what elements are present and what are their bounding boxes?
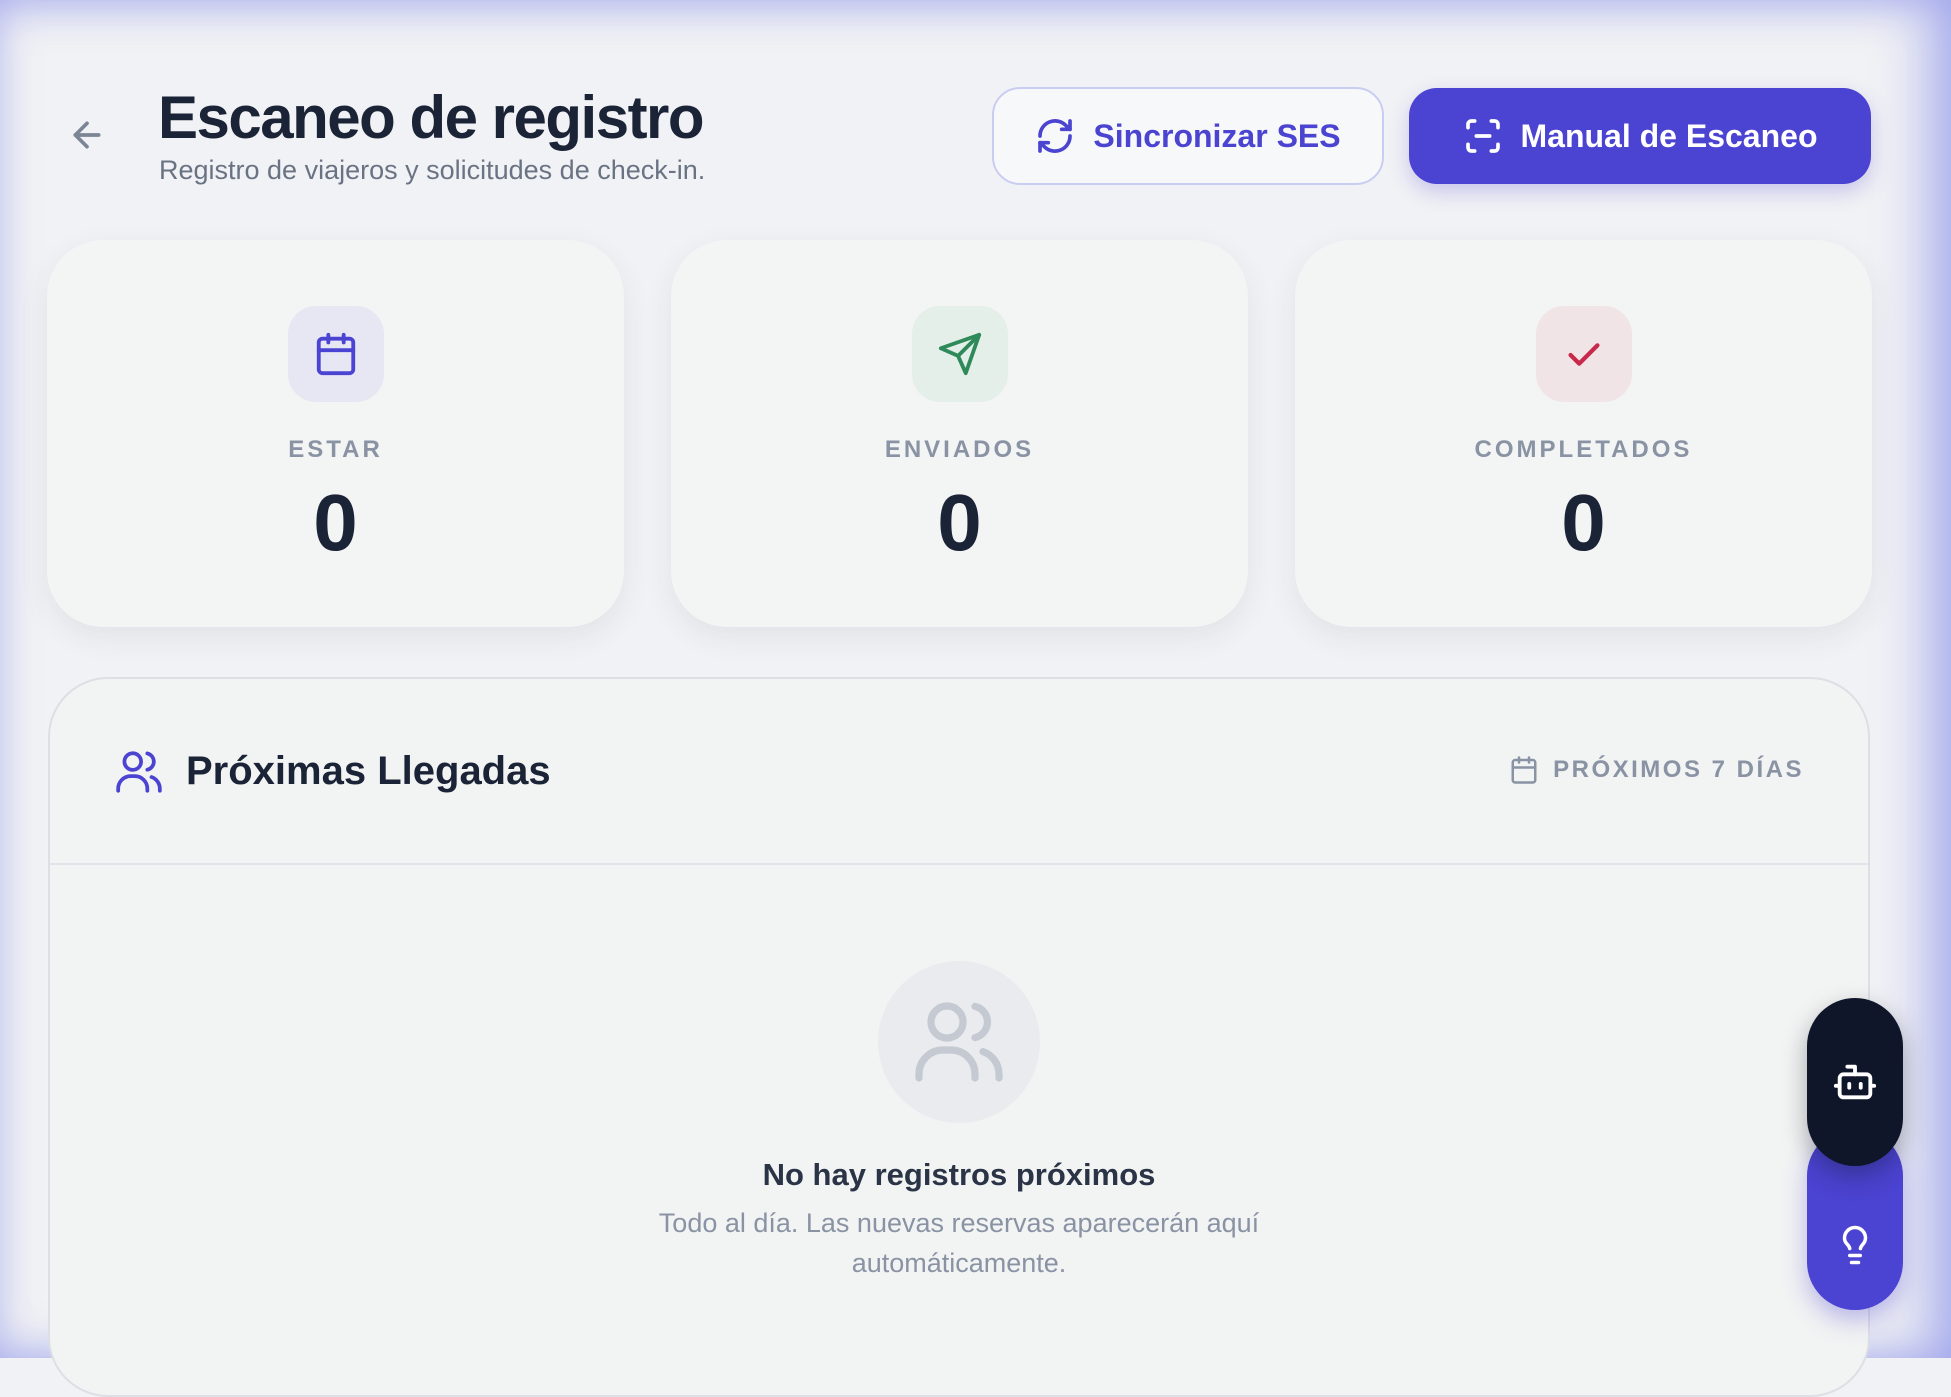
- date-range-indicator: PRÓXIMOS 7 DÍAS: [1509, 755, 1804, 785]
- send-icon: [911, 306, 1008, 402]
- page-subtitle: Registro de viajeros y solicitudes de ch…: [159, 155, 706, 185]
- arrow-left-icon: [67, 115, 107, 155]
- robot-icon: [1832, 1059, 1878, 1105]
- page-title: Escaneo de registro: [158, 84, 705, 151]
- empty-state-illustration: [878, 961, 1040, 1123]
- scan-manual-label: Manual de Escaneo: [1520, 117, 1818, 154]
- panel-header: Próximas Llegadas PRÓXIMOS 7 DÍAS: [50, 679, 1868, 865]
- back-button[interactable]: [62, 110, 112, 160]
- stat-value: 0: [1561, 478, 1606, 567]
- date-range-label: PRÓXIMOS 7 DÍAS: [1553, 756, 1804, 783]
- scan-icon: [1463, 116, 1503, 156]
- panel-title: Próximas Llegadas: [186, 749, 551, 793]
- stat-value: 0: [937, 478, 982, 567]
- users-icon: [114, 747, 164, 797]
- sync-ses-label: Sincronizar SES: [1093, 117, 1341, 154]
- stat-value: 0: [313, 478, 358, 567]
- lightbulb-icon: [1834, 1224, 1876, 1266]
- stat-label: ENVIADOS: [884, 436, 1035, 463]
- sync-ses-button[interactable]: Sincronizar SES: [992, 87, 1384, 185]
- check-icon: [1535, 306, 1632, 402]
- assistant-button[interactable]: [1807, 998, 1903, 1166]
- calendar-icon: [287, 306, 384, 402]
- stat-card-completados: COMPLETADOS 0: [1295, 240, 1872, 627]
- upcoming-arrivals-panel: Próximas Llegadas PRÓXIMOS 7 DÍAS No hay…: [48, 677, 1870, 1397]
- stat-card-enviados: ENVIADOS 0: [671, 240, 1248, 627]
- calendar-icon: [1509, 755, 1539, 785]
- refresh-icon: [1035, 116, 1075, 156]
- stat-label: COMPLETADOS: [1474, 436, 1693, 463]
- empty-state-text: Todo al día. Las nuevas reservas aparece…: [658, 1208, 1260, 1278]
- empty-state-title: No hay registros próximos: [762, 1157, 1156, 1192]
- stat-label: ESTAR: [288, 436, 383, 463]
- users-icon: [911, 994, 1007, 1090]
- stat-card-estar: ESTAR 0: [47, 240, 624, 627]
- scan-manual-button[interactable]: Manual de Escaneo: [1409, 88, 1871, 184]
